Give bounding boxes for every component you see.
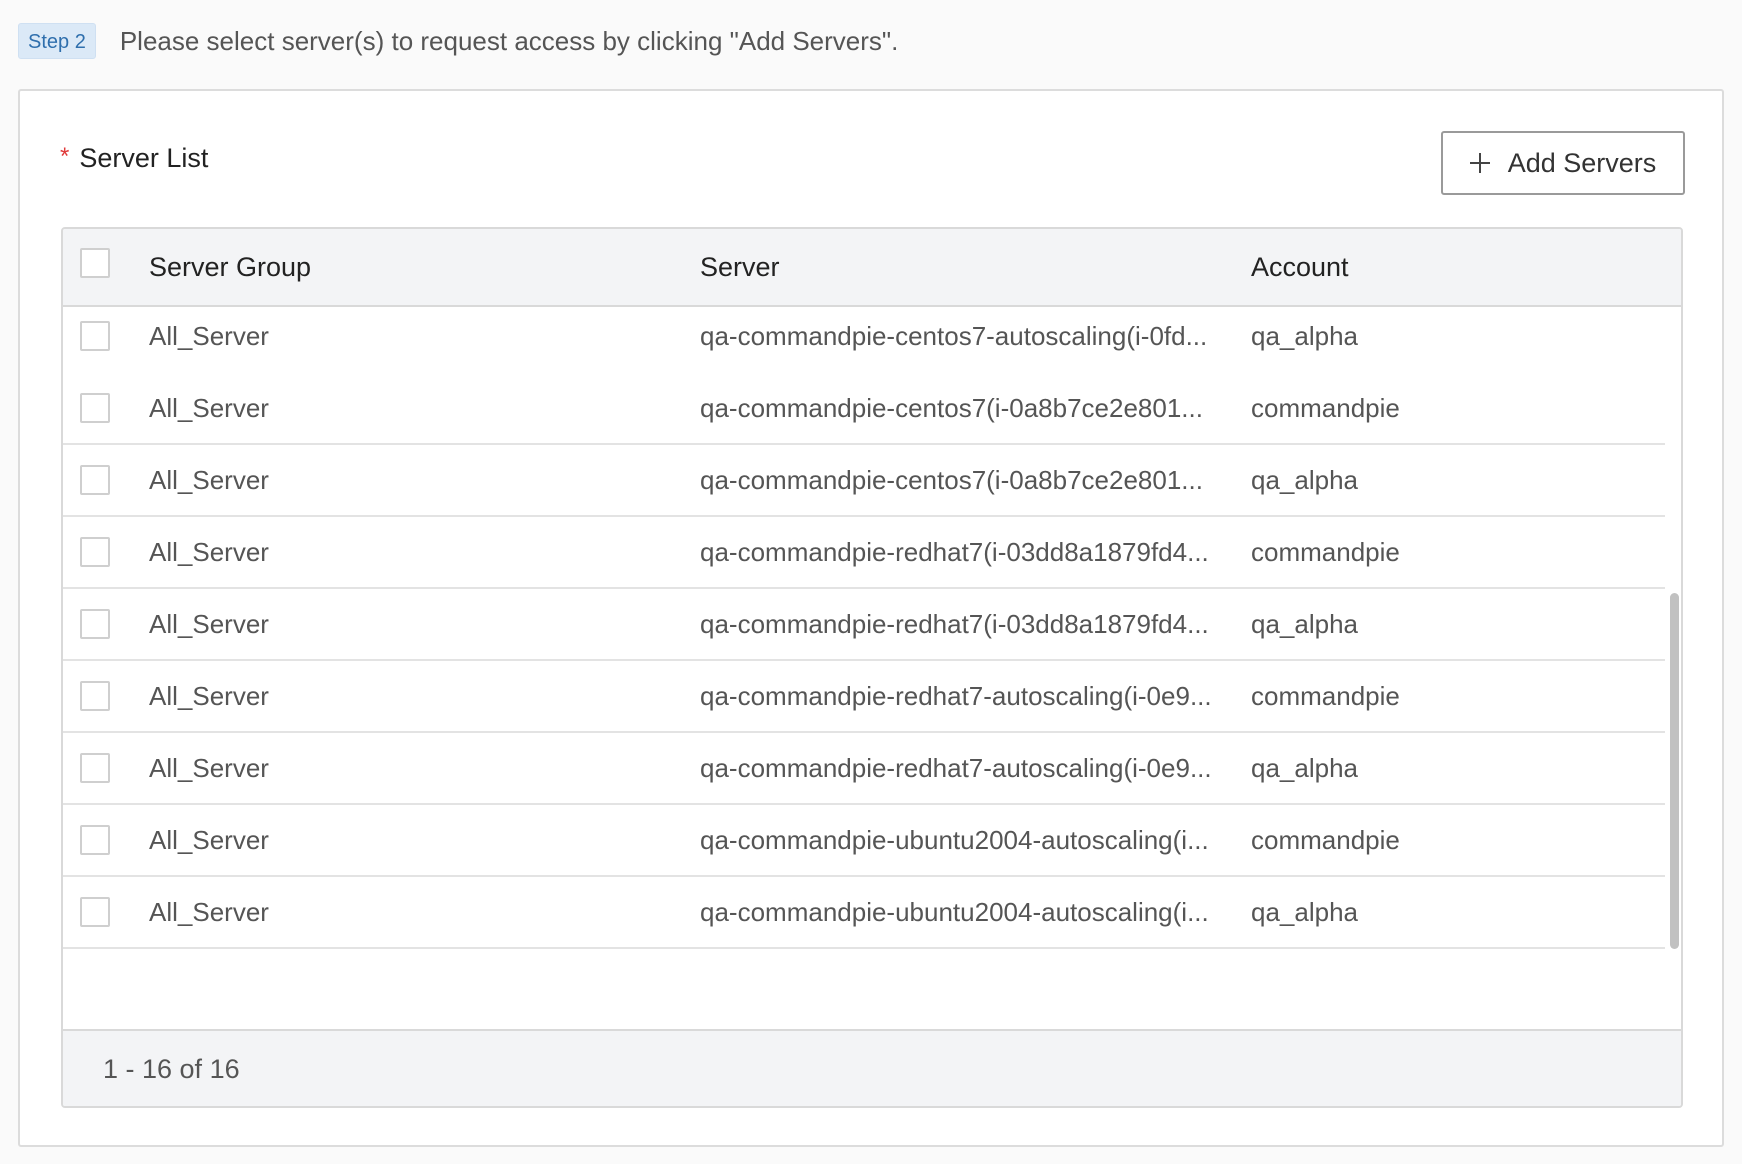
server-list-title-text: Server List (79, 143, 209, 173)
table-row[interactable]: All_Server qa-commandpie-redhat7-autoscal… (63, 733, 1665, 805)
table-row[interactable]: All_Server qa-commandpie-redhat7(i-03dd8a… (63, 517, 1665, 589)
server-list-title: * Server List (60, 143, 208, 174)
cell-server: qa-commandpie-redhat7(i-03dd8a1879fd4... (700, 537, 1209, 567)
cell-server-group: All_Server (149, 393, 269, 423)
cell-account: qa_alpha (1251, 321, 1358, 351)
table-row[interactable]: All_Server qa-commandpie-ubuntu2004-autos… (63, 877, 1665, 949)
required-marker: * (60, 142, 70, 170)
column-header-server-group[interactable]: Server Group (149, 229, 311, 305)
cell-server-group: All_Server (149, 897, 269, 927)
server-table: Server Group Server Account All_Serverqa… (61, 227, 1683, 1108)
cell-account: qa_alpha (1251, 897, 1358, 927)
cell-server: qa-commandpie-centos7(i-0a8b7ce2e801... (700, 465, 1203, 495)
table-header: Server Group Server Account (63, 229, 1681, 307)
table-body: All_Server qa-commandpie-centos7-autoscal… (63, 307, 1665, 1029)
cell-server-group: All_Server (149, 609, 269, 639)
add-servers-label: Add Servers (1507, 147, 1657, 178)
table-scrollbar-thumb[interactable] (1670, 593, 1679, 949)
table-row[interactable]: All_Server qa-commandpie-centos7(i-0a8b7c… (63, 373, 1665, 445)
row-checkbox[interactable] (80, 537, 110, 567)
cell-server: qa-commandpie-ubuntu2004-autoscaling(i..… (700, 825, 1209, 855)
cell-server-group: All_Server (149, 753, 269, 783)
cell-server: qa-commandpie-redhat7-autoscaling(i-0e9.… (700, 681, 1212, 711)
cell-server: qa-commandpie-ubuntu2004-autoscaling(i..… (700, 897, 1209, 927)
cell-server: qa-commandpie-redhat7-autoscaling(i-0e9.… (700, 753, 1212, 783)
table-row[interactable]: All_Server qa-commandpie-centos7(i-0a8b7c… (63, 445, 1665, 517)
cell-server: qa-commandpie-centos7-autoscaling(i-0fd.… (700, 321, 1208, 351)
row-checkbox[interactable] (80, 753, 110, 783)
cell-account: commandpie (1251, 537, 1400, 567)
cell-server: qa-commandpie-centos7(i-0a8b7ce2e801... (700, 393, 1203, 423)
cell-account: qa_alpha (1251, 753, 1358, 783)
cell-account: commandpie (1251, 681, 1400, 711)
step-badge: Step 2 (18, 23, 96, 59)
server-list-card: * Server List Add Servers Server Group S… (18, 89, 1724, 1147)
table-row[interactable]: All_Server qa-commandpie-redhat7-autoscal… (63, 661, 1665, 733)
row-checkbox[interactable] (80, 681, 110, 711)
cell-server-group: All_Server (149, 465, 269, 495)
cell-server-group: All_Server (149, 825, 269, 855)
cell-server-group: All_Server (149, 537, 269, 567)
add-servers-button[interactable]: Add Servers (1441, 131, 1685, 195)
column-header-account[interactable]: Account (1251, 229, 1349, 305)
plus-icon (1469, 153, 1490, 173)
row-checkbox[interactable] (80, 465, 110, 495)
table-scrollbar[interactable] (1665, 307, 1681, 1029)
row-checkbox[interactable] (80, 897, 110, 927)
cell-account: commandpie (1251, 393, 1400, 423)
cell-server-group: All_Server (149, 681, 269, 711)
row-checkbox[interactable] (80, 825, 110, 855)
step-header: Step 2 Please select server(s) to reques… (18, 22, 898, 60)
cell-server: qa-commandpie-redhat7(i-03dd8a1879fd4... (700, 609, 1209, 639)
row-checkbox[interactable] (80, 609, 110, 639)
pagination-summary: 1 - 16 of 16 (103, 1054, 240, 1084)
cell-account: qa_alpha (1251, 465, 1358, 495)
table-row[interactable]: All_Server qa-commandpie-redhat7(i-03dd8a… (63, 589, 1665, 661)
cell-account: commandpie (1251, 825, 1400, 855)
table-row[interactable]: All_Server qa-commandpie-centos7-autoscal… (63, 307, 1665, 375)
row-checkbox[interactable] (80, 321, 110, 351)
table-footer: 1 - 16 of 16 (63, 1029, 1681, 1106)
row-checkbox[interactable] (80, 393, 110, 423)
cell-account: qa_alpha (1251, 609, 1358, 639)
table-row[interactable]: All_Server qa-commandpie-ubuntu2004-autos… (63, 805, 1665, 877)
step-instruction: Please select server(s) to request acces… (119, 25, 899, 56)
select-all-checkbox[interactable] (80, 248, 110, 278)
column-header-server[interactable]: Server (700, 229, 780, 305)
cell-server-group: All_Server (149, 321, 269, 351)
